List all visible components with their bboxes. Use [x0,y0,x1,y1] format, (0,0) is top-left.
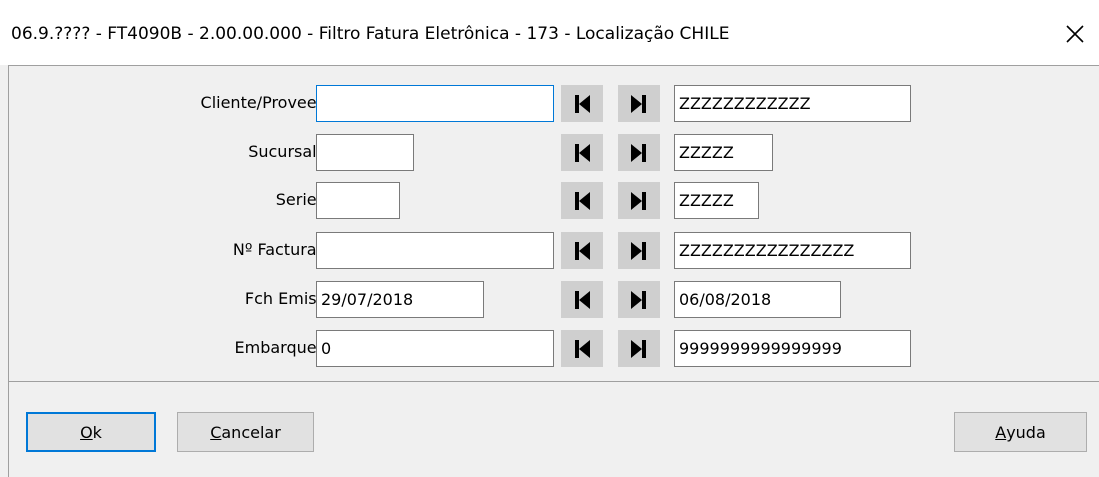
label-numero-factura: Nº Factura: [232,240,322,259]
skip-last-icon [631,290,646,309]
skip-first-icon [575,290,590,309]
window-title: 06.9.???? - FT4090B - 2.00.00.000 - Filt… [11,24,730,44]
serie-last-button[interactable] [618,182,660,219]
cancel-button-label: ancelar [221,422,281,442]
skip-last-icon [631,339,646,358]
factura-to-input[interactable]: ZZZZZZZZZZZZZZZZ [674,232,911,269]
cliente-last-button[interactable] [618,85,660,122]
help-button-accel: A [995,422,1007,442]
skip-last-icon [631,191,646,210]
sucursal-from-input[interactable] [316,134,414,171]
ok-button-label: k [92,422,102,442]
skip-first-icon [575,94,590,113]
ok-button[interactable]: Ok [26,412,156,452]
serie-to-input[interactable]: ZZZZZ [674,182,759,219]
fecha-to-input[interactable]: 06/08/2018 [674,281,841,318]
filter-panel: Cliente/Provee: ZZZZZZZZZZZZ Sucursal: Z… [9,65,1099,382]
skip-last-icon [631,241,646,260]
filter-dialog: 06.9.???? - FT4090B - 2.00.00.000 - Filt… [0,0,1099,477]
close-button[interactable] [1051,15,1099,53]
title-bar: 06.9.???? - FT4090B - 2.00.00.000 - Filt… [0,0,1099,65]
cliente-to-input[interactable]: ZZZZZZZZZZZZ [674,85,911,122]
serie-first-button[interactable] [561,182,603,219]
label-sucursal: Sucursal: [248,142,322,161]
factura-last-button[interactable] [618,232,660,269]
embarque-to-input[interactable]: 9999999999999999 [674,330,911,367]
close-icon [1066,25,1084,43]
skip-first-icon [575,241,590,260]
cliente-from-input[interactable] [316,85,554,122]
factura-from-input[interactable] [316,232,554,269]
label-fecha-emision: Fch Emis: [244,289,322,308]
skip-first-icon [575,339,590,358]
skip-first-icon [575,191,590,210]
help-button-label: yuda [1006,422,1046,442]
sucursal-last-button[interactable] [618,134,660,171]
skip-last-icon [631,94,646,113]
serie-from-input[interactable] [316,182,400,219]
embarque-first-button[interactable] [561,330,603,367]
factura-first-button[interactable] [561,232,603,269]
label-cliente-provee: Cliente/Provee: [200,93,322,112]
sucursal-to-input[interactable]: ZZZZZ [674,134,773,171]
fecha-first-button[interactable] [561,281,603,318]
help-button[interactable]: Ayuda [954,412,1087,452]
ok-button-accel: O [80,422,93,442]
embarque-from-input[interactable]: 0 [316,330,554,367]
cancel-button[interactable]: Cancelar [177,412,314,452]
skip-first-icon [575,143,590,162]
fecha-from-input[interactable]: 29/07/2018 [316,281,484,318]
fecha-last-button[interactable] [618,281,660,318]
cliente-first-button[interactable] [561,85,603,122]
label-embarque: Embarque: [234,338,322,357]
cancel-button-accel: C [210,422,222,442]
sucursal-first-button[interactable] [561,134,603,171]
skip-last-icon [631,143,646,162]
embarque-last-button[interactable] [618,330,660,367]
